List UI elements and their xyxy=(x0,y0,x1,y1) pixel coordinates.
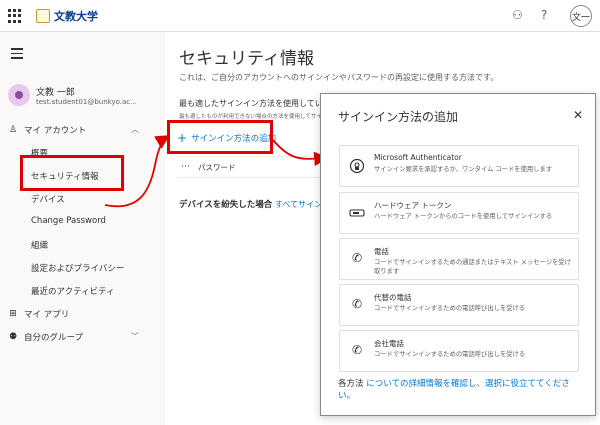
nav-my-apps-label: マイ アプリ xyxy=(24,310,70,320)
dialog-footer: 各方法 についての詳細情報を確認し、選択に役立ててください。 xyxy=(338,378,583,402)
page-title: セキュリティ情報 xyxy=(179,49,314,69)
left-navigation: 文教 一郎 test.student01@bunkyo.ac... ♙ マイ ア… xyxy=(0,32,165,425)
person-icon: ♙ xyxy=(8,125,18,135)
option-desc: サインイン要求を承認するか、ワンタイム コードを使用します xyxy=(374,166,553,173)
apps-grid-icon: ⊞ xyxy=(9,309,17,319)
nav-item-settings-privacy[interactable]: 設定およびプライバシー xyxy=(31,262,124,274)
option-office-phone[interactable]: ✆ 会社電話 コードでサインインするための電話呼び出しを受ける xyxy=(339,330,579,372)
option-title: 会社電話 xyxy=(374,339,404,348)
user-email: test.student01@bunkyo.ac... xyxy=(36,97,137,106)
footer-prefix: 各方法 xyxy=(338,379,364,389)
nav-my-groups[interactable]: ⚉ 自分のグループ xyxy=(8,331,83,343)
user-name: 文教 一郎 xyxy=(36,87,75,98)
group-icon: ⚉ xyxy=(8,332,18,342)
add-method-dialog: サインイン方法の追加 ✕ Microsoft Authenticator サイン… xyxy=(320,93,596,416)
lost-device-text: デバイスを紛失した場合 xyxy=(179,200,273,210)
page-description: これは、ご自分のアカウントへのサインインやパスワードの再設定に使用する方法です。 xyxy=(179,73,499,82)
option-title: Microsoft Authenticator xyxy=(374,153,462,162)
nav-item-organization[interactable]: 組織 xyxy=(31,239,48,251)
option-hardware-token[interactable]: ハードウェア トークン ハードウェア トークンからのコードを使用してサインインす… xyxy=(339,192,579,234)
chevron-down-icon[interactable]: ﹀ xyxy=(131,331,139,342)
nav-my-apps[interactable]: ⊞ マイ アプリ xyxy=(8,308,69,320)
logo-icon xyxy=(36,9,50,23)
nav-my-account-label: マイ アカウント xyxy=(24,126,87,136)
phone-icon: ✆ xyxy=(351,297,363,311)
chevron-up-icon[interactable]: ︿ xyxy=(131,124,139,135)
option-desc: コードでサインインするための電話呼び出しを受ける xyxy=(374,351,526,358)
option-authenticator[interactable]: Microsoft Authenticator サインイン要求を承認するか、ワン… xyxy=(339,145,579,187)
user-avatar xyxy=(8,84,30,106)
help-icon[interactable]: ? xyxy=(541,8,547,22)
password-label: パスワード xyxy=(198,162,236,172)
app-launcher-icon[interactable] xyxy=(8,9,22,23)
option-alternate-phone[interactable]: ✆ 代替の電話 コードでサインインするための電話呼び出しを受ける xyxy=(339,284,579,326)
close-icon[interactable]: ✕ xyxy=(573,108,583,122)
logo-text: 文教大学 xyxy=(54,10,98,23)
org-chart-icon[interactable]: ⚇ xyxy=(512,8,523,22)
highlight-security-info xyxy=(20,155,124,191)
option-desc: コードでサインインするための電話呼び出しを受ける xyxy=(374,305,526,312)
option-phone[interactable]: ✆ 電話 コードでサインインするための通話またはテキスト メッセージを受け取りま… xyxy=(339,238,579,280)
nav-item-change-password[interactable]: Change Password xyxy=(31,216,106,226)
authenticator-icon xyxy=(349,158,365,174)
option-title: 代替の電話 xyxy=(374,293,412,302)
nav-my-groups-label: 自分のグループ xyxy=(24,333,83,343)
nav-item-devices[interactable]: デバイス xyxy=(31,193,65,205)
option-title: ハードウェア トークン xyxy=(374,201,452,210)
menu-toggle-icon[interactable] xyxy=(11,48,23,62)
password-method-row[interactable]: ⋯ パスワード xyxy=(177,156,337,178)
option-title: 電話 xyxy=(374,247,389,256)
footer-learn-more-link[interactable]: についての詳細情報を確認し、選択に役立ててください。 xyxy=(338,379,570,401)
dialog-title: サインイン方法の追加 xyxy=(338,110,459,124)
phone-icon: ✆ xyxy=(351,343,363,357)
nav-my-account[interactable]: ♙ マイ アカウント xyxy=(8,124,86,136)
account-avatar[interactable]: 文一 xyxy=(570,5,592,27)
top-bar: 文教大学 ⚇ ? 文一 xyxy=(0,0,600,32)
user-card: 文教 一郎 test.student01@bunkyo.ac... xyxy=(8,84,137,106)
highlight-add-method xyxy=(167,120,273,154)
nav-item-recent-activity[interactable]: 最近のアクティビティ xyxy=(31,285,115,297)
hardware-token-icon xyxy=(349,205,365,221)
password-dots-icon: ⋯ xyxy=(181,162,190,172)
option-desc: ハードウェア トークンからのコードを使用してサインインする xyxy=(374,213,553,220)
phone-icon: ✆ xyxy=(351,251,363,265)
option-desc: コードでサインインするための通話またはテキスト メッセージを受け取ります xyxy=(374,259,571,275)
org-logo[interactable]: 文教大学 xyxy=(36,8,98,24)
